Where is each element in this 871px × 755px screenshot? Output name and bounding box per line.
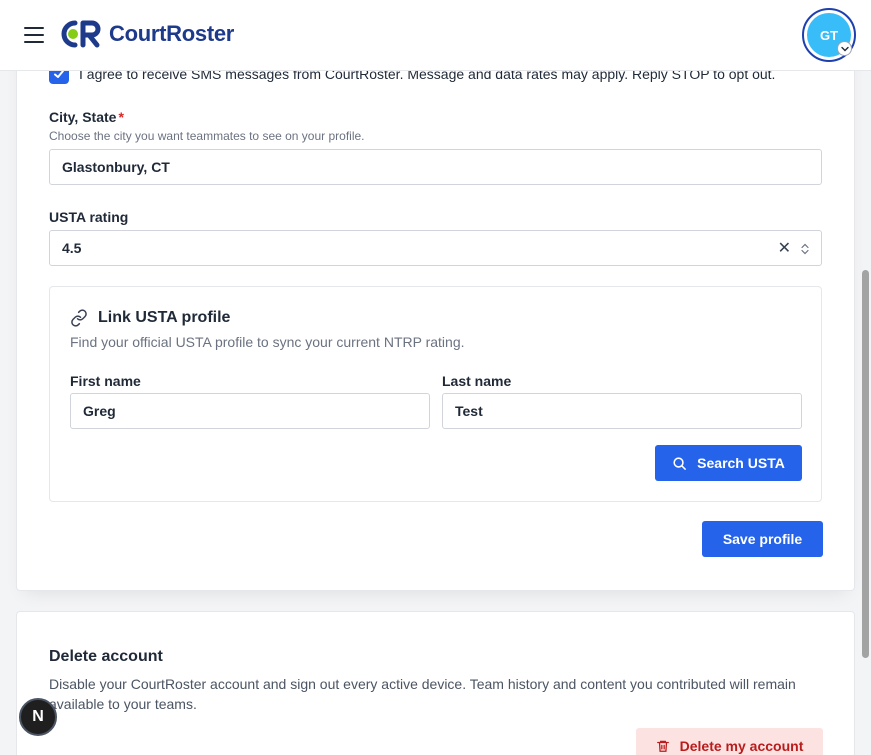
save-profile-button[interactable]: Save profile bbox=[702, 521, 823, 557]
city-label: City, State * bbox=[49, 109, 124, 125]
main-content: I agree to receive SMS messages from Cou… bbox=[0, 0, 871, 755]
select-controls: ✕ bbox=[778, 231, 809, 267]
delete-account-label: Delete my account bbox=[679, 738, 804, 754]
delete-account-description: Disable your CourtRoster account and sig… bbox=[49, 676, 796, 712]
city-input[interactable]: Glastonbury, CT bbox=[49, 149, 822, 185]
brand-name: CourtRoster bbox=[109, 21, 235, 46]
last-name-value: Test bbox=[455, 403, 483, 419]
city-help-text: Choose the city you want teammates to se… bbox=[49, 129, 365, 143]
city-input-value: Glastonbury, CT bbox=[62, 159, 170, 175]
search-usta-button[interactable]: Search USTA bbox=[655, 445, 802, 481]
user-avatar-button[interactable]: GT bbox=[802, 8, 856, 62]
link-icon bbox=[71, 309, 87, 327]
profile-card: I agree to receive SMS messages from Cou… bbox=[16, 0, 855, 591]
chevron-updown-icon[interactable] bbox=[801, 243, 809, 255]
clear-icon[interactable]: ✕ bbox=[778, 241, 791, 257]
trash-icon bbox=[656, 740, 669, 752]
required-mark: * bbox=[118, 109, 124, 125]
dev-tools-badge[interactable]: N bbox=[19, 698, 57, 736]
menu-icon[interactable] bbox=[24, 27, 44, 43]
search-usta-label: Search USTA bbox=[697, 455, 785, 471]
usta-rating-select[interactable]: 4.5 ✕ bbox=[49, 230, 822, 266]
first-name-value: Greg bbox=[83, 403, 116, 419]
link-usta-panel: Link USTA profile Find your official UST… bbox=[49, 286, 822, 502]
first-name-input[interactable]: Greg bbox=[70, 393, 430, 429]
usta-rating-label: USTA rating bbox=[49, 209, 129, 225]
chevron-down-icon bbox=[837, 41, 852, 56]
link-usta-heading: Link USTA profile bbox=[70, 309, 230, 327]
vertical-scrollbar[interactable] bbox=[862, 270, 869, 658]
link-usta-title: Link USTA profile bbox=[98, 309, 231, 326]
first-name-label: First name bbox=[70, 373, 141, 389]
link-usta-description: Find your official USTA profile to sync … bbox=[70, 334, 465, 350]
courtroster-logo-icon bbox=[61, 20, 101, 48]
usta-rating-value: 4.5 bbox=[62, 240, 82, 256]
save-profile-label: Save profile bbox=[722, 531, 803, 547]
top-header: CourtRoster GT bbox=[0, 0, 871, 71]
last-name-label: Last name bbox=[442, 373, 512, 389]
search-icon bbox=[673, 456, 687, 470]
brand-logo[interactable]: CourtRoster bbox=[59, 19, 234, 49]
delete-account-button[interactable]: Delete my account bbox=[636, 728, 823, 755]
city-label-text: City, State bbox=[49, 109, 117, 125]
avatar-initials: GT bbox=[819, 27, 839, 43]
delete-account-card: Delete account Disable your CourtRoster … bbox=[16, 611, 855, 755]
delete-account-title: Delete account bbox=[49, 648, 163, 665]
last-name-input[interactable]: Test bbox=[442, 393, 802, 429]
